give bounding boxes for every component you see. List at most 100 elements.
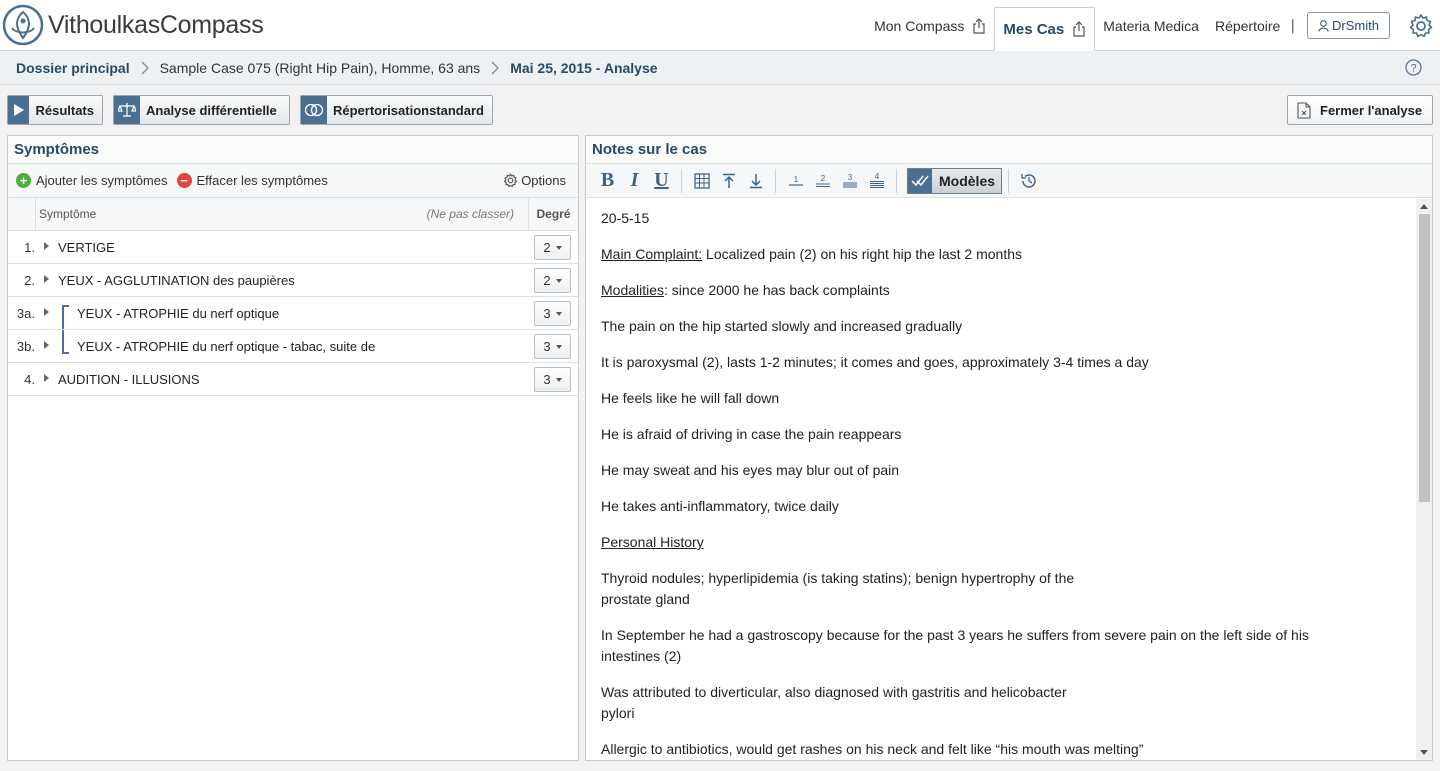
user-button[interactable]: DrSmith bbox=[1307, 12, 1390, 39]
share-icon[interactable] bbox=[1072, 21, 1086, 37]
standard-repertorisation-button[interactable]: Répertorisationstandard bbox=[300, 95, 493, 125]
editor-toolbar: B I U 1 2 3 4 Modèles bbox=[586, 164, 1432, 198]
symptom-text: YEUX - ATROPHIE du nerf optique bbox=[77, 305, 280, 321]
symptom-text: VERTIGE bbox=[58, 239, 115, 255]
expand-caret-icon[interactable] bbox=[44, 340, 49, 349]
degree-value: 2 bbox=[543, 273, 551, 288]
heading-4-button[interactable]: 4 bbox=[863, 168, 890, 194]
nav-mon-compass[interactable]: Mon Compass bbox=[866, 0, 994, 51]
degree-value: 3 bbox=[543, 306, 551, 321]
user-icon bbox=[1318, 19, 1329, 32]
degree-select[interactable]: 2 bbox=[534, 268, 571, 293]
notes-editor[interactable]: 20-5-15 Main Complaint: Localized pain (… bbox=[586, 199, 1416, 760]
heading-3-button[interactable]: 3 bbox=[836, 168, 863, 194]
table-row[interactable]: 1. VERTIGE 2 bbox=[8, 231, 578, 264]
symptom-number: 3b. bbox=[16, 338, 35, 354]
analysis-toolbar: Résultats Analyse différentielle Réperto… bbox=[0, 86, 1440, 134]
italic-button[interactable]: I bbox=[621, 168, 648, 194]
degree-value: 3 bbox=[543, 372, 551, 387]
plus-icon: + bbox=[16, 173, 31, 188]
degree-select[interactable]: 2 bbox=[534, 235, 571, 260]
degree-select[interactable]: 3 bbox=[534, 334, 571, 359]
symptoms-header: Symptôme (Ne pas classer) Degré bbox=[8, 197, 578, 231]
chevron-right-icon bbox=[141, 61, 149, 74]
case-notes-title: Notes sur le cas bbox=[586, 136, 1432, 164]
toolbar-divider bbox=[681, 168, 682, 193]
main-complaint-label: Main Complaint: bbox=[601, 246, 703, 262]
symptom-text: AUDITION - ILLUSIONS bbox=[58, 371, 200, 387]
minus-icon: − bbox=[176, 173, 192, 188]
nav-repertoire[interactable]: Répertoire bbox=[1207, 0, 1288, 51]
degree-value: 2 bbox=[543, 240, 551, 255]
chevron-down-icon bbox=[555, 311, 562, 316]
table-button[interactable] bbox=[688, 168, 715, 194]
table-row[interactable]: 3b. YEUX - ATROPHIE du nerf optique - ta… bbox=[8, 330, 578, 363]
gear-icon[interactable] bbox=[1408, 13, 1434, 39]
header-no-classify: (Ne pas classer) bbox=[426, 207, 514, 221]
note-paragraph: The pain on the hip started slowly and i… bbox=[601, 318, 963, 334]
clear-symptoms-button[interactable]: − Effacer les symptômes bbox=[176, 173, 328, 188]
underline-button[interactable]: U bbox=[648, 168, 675, 194]
results-label: Résultats bbox=[35, 102, 94, 118]
nav-materia-medica[interactable]: Materia Medica bbox=[1095, 0, 1207, 51]
modalities-label: Modalities bbox=[601, 282, 665, 298]
notes-scrollbar[interactable] bbox=[1416, 199, 1432, 760]
share-icon[interactable] bbox=[972, 17, 986, 34]
heading-2-button[interactable]: 2 bbox=[809, 168, 836, 194]
top-bar: VithoulkasCompass Mon Compass Mes Cas Ma… bbox=[0, 0, 1440, 51]
table-row[interactable]: 2. YEUX - AGGLUTINATION des paupières 2 bbox=[8, 264, 578, 297]
expand-caret-icon[interactable] bbox=[44, 274, 49, 283]
scroll-thumb[interactable] bbox=[1419, 214, 1430, 502]
nav-mon-compass-label: Mon Compass bbox=[874, 17, 965, 34]
note-modalities: Modalities: since 2000 he has back compl… bbox=[601, 280, 1401, 301]
options-button[interactable]: Options bbox=[503, 173, 566, 188]
expand-caret-icon[interactable] bbox=[44, 241, 49, 250]
history-button[interactable] bbox=[1015, 168, 1042, 194]
scroll-up-icon[interactable] bbox=[1420, 204, 1428, 209]
expand-caret-icon[interactable] bbox=[44, 373, 49, 382]
heading-3-icon: 3 bbox=[842, 173, 857, 187]
scales-icon bbox=[114, 96, 140, 124]
compass-logo-icon bbox=[2, 4, 44, 46]
results-button[interactable]: Résultats bbox=[7, 95, 103, 125]
templates-button[interactable]: Modèles bbox=[907, 167, 1003, 194]
main-complaint-text: Localized pain (2) on his right hip the … bbox=[702, 246, 1023, 262]
table-row[interactable]: 3a. YEUX - ATROPHIE du nerf optique 3 bbox=[8, 297, 578, 330]
degree-value: 3 bbox=[543, 339, 551, 354]
symptoms-title: Symptômes bbox=[8, 136, 578, 164]
case-notes-panel: Notes sur le cas B I U 1 2 3 4 Modèles 2… bbox=[585, 135, 1433, 761]
table-row[interactable]: 4. AUDITION - ILLUSIONS 3 bbox=[8, 363, 578, 396]
degree-select[interactable]: 3 bbox=[534, 367, 571, 392]
svg-text:?: ? bbox=[1410, 63, 1416, 75]
note-paragraph: It is paroxysmal (2), lasts 1-2 minutes;… bbox=[601, 354, 1149, 370]
heading-1-button[interactable]: 1 bbox=[782, 168, 809, 194]
group-bracket bbox=[62, 330, 69, 354]
breadcrumb: Dossier principal Sample Case 075 (Right… bbox=[0, 51, 1440, 85]
breadcrumb-case[interactable]: Sample Case 075 (Right Hip Pain), Homme,… bbox=[160, 60, 481, 76]
differential-analysis-label: Analyse différentielle bbox=[146, 102, 277, 118]
logo-text-bold: Compass bbox=[159, 10, 264, 39]
breadcrumb-analysis: Mai 25, 2015 - Analyse bbox=[510, 59, 658, 76]
symptom-number: 4. bbox=[24, 371, 35, 387]
clear-symptoms-label: Effacer les symptômes bbox=[196, 173, 328, 188]
breadcrumb-root[interactable]: Dossier principal bbox=[16, 60, 130, 76]
insert-above-button[interactable] bbox=[715, 168, 742, 194]
nav-mes-cas[interactable]: Mes Cas bbox=[994, 7, 1096, 51]
bold-button[interactable]: B bbox=[594, 168, 621, 194]
expand-caret-icon[interactable] bbox=[44, 307, 49, 316]
overlap-circles-icon bbox=[301, 96, 327, 124]
heading-2-icon: 2 bbox=[815, 174, 830, 187]
differential-analysis-button[interactable]: Analyse différentielle bbox=[113, 95, 290, 125]
logo[interactable]: VithoulkasCompass bbox=[2, 4, 264, 46]
personal-history-label: Personal History bbox=[601, 534, 704, 550]
close-analysis-button[interactable]: Fermer l'analyse bbox=[1287, 95, 1433, 125]
help-icon[interactable]: ? bbox=[1405, 59, 1422, 76]
degree-select[interactable]: 3 bbox=[534, 301, 571, 326]
insert-below-button[interactable] bbox=[742, 168, 769, 194]
symptom-number: 3a. bbox=[16, 305, 35, 321]
heading-3-label: 3 bbox=[847, 173, 852, 182]
symptom-number: 2. bbox=[24, 272, 35, 288]
add-symptoms-button[interactable]: + Ajouter les symptômes bbox=[16, 173, 168, 188]
scroll-down-icon[interactable] bbox=[1420, 750, 1428, 755]
templates-label: Modèles bbox=[939, 172, 996, 189]
